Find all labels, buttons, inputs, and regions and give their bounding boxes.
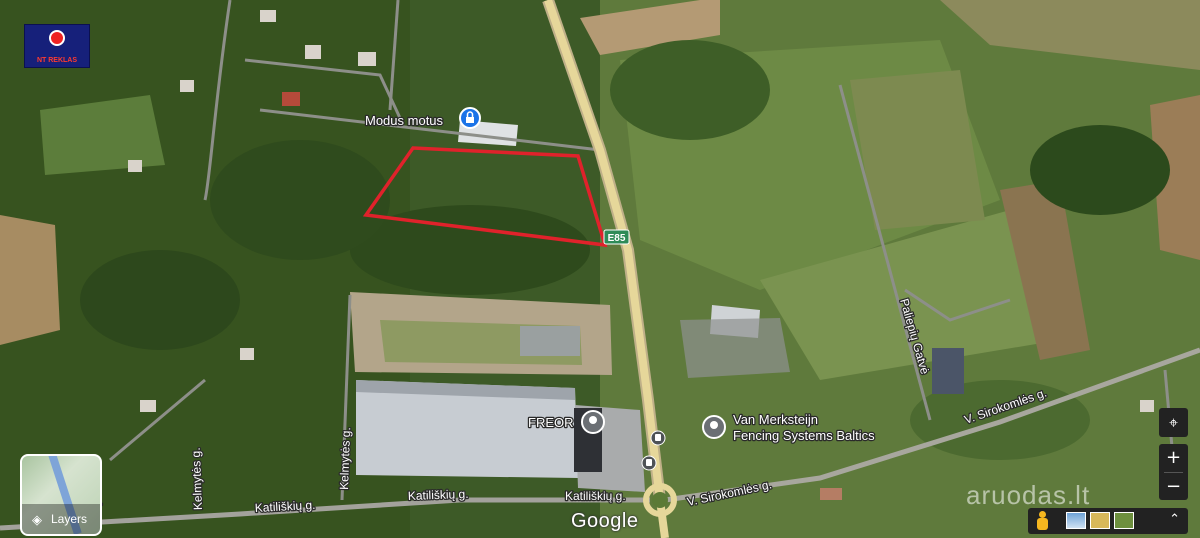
svg-text:Van Merksteijn: Van Merksteijn	[733, 412, 818, 427]
expand-chevron-icon[interactable]: ⌃	[1169, 511, 1180, 527]
logo-text: NT REKLAS	[36, 57, 78, 64]
map-toolbar: ⌃	[1028, 508, 1188, 534]
layers-label: Layers	[51, 512, 88, 526]
crosshair-icon: ⌖	[1168, 413, 1178, 432]
street-view-pegman-icon[interactable]	[1036, 511, 1048, 531]
watermark: aruodas.lt	[966, 480, 1091, 510]
zoom-in-button[interactable]: +	[1159, 444, 1188, 472]
svg-text:E85: E85	[608, 233, 626, 244]
google-logo: Google	[571, 510, 639, 532]
satellite-map[interactable]: E85 Katiliškių g. Katiliškių g. Katilišk…	[0, 0, 1200, 538]
layers-button[interactable]: ◈ Layers	[20, 454, 102, 536]
svg-text:Fencing Systems Baltics: Fencing Systems Baltics	[733, 428, 875, 443]
e85-road-shield: E85	[603, 229, 630, 245]
my-location-button[interactable]: ⌖	[1159, 408, 1188, 437]
road-label-katiliskiu: Katiliškių g.	[408, 487, 469, 503]
lock-pin-icon	[466, 117, 474, 123]
imagery-thumbnail[interactable]	[1114, 512, 1134, 529]
poi-freor[interactable]: FREOR	[527, 410, 605, 434]
road-label-kelmytes: Kelmytės g.	[337, 427, 353, 490]
bus-stop-icon[interactable]	[641, 455, 657, 471]
house-icon	[49, 30, 65, 46]
svg-text:Modus motus: Modus motus	[365, 113, 444, 128]
imagery-thumbnail[interactable]	[1066, 512, 1086, 529]
agency-logo: NT REKLAS	[24, 24, 90, 68]
road-label-kelmytes: Kelmytės g.	[189, 447, 205, 510]
layers-icon: ◈	[32, 512, 42, 527]
svg-text:FREOR: FREOR	[528, 415, 574, 430]
road-label-katiliskiu: Katiliškių g.	[565, 489, 626, 503]
imagery-thumbnail[interactable]	[1090, 512, 1110, 529]
bus-stop-icon[interactable]	[650, 430, 666, 446]
zoom-controls: + −	[1159, 444, 1188, 500]
zoom-out-button[interactable]: −	[1159, 473, 1188, 501]
